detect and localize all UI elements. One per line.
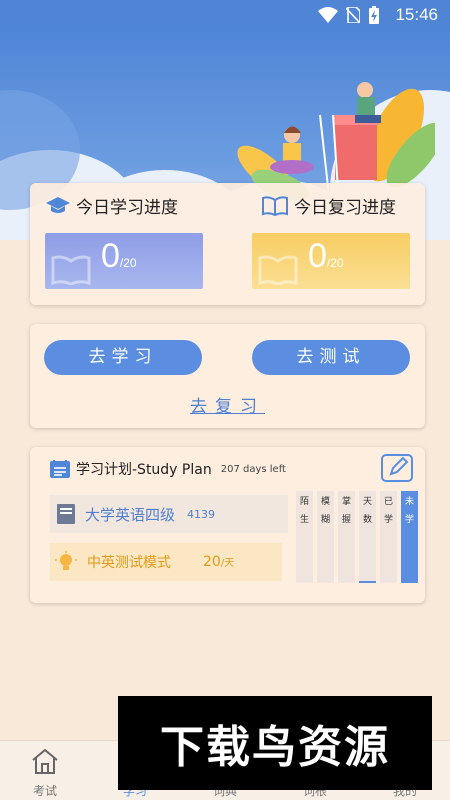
level-bar: 模 糊 bbox=[317, 491, 334, 583]
lightbulb-icon bbox=[55, 551, 77, 570]
level-bar: 已 学 bbox=[380, 491, 397, 583]
plan-book-count: 4139 bbox=[187, 507, 216, 521]
book-icon bbox=[57, 504, 75, 524]
word-level-bars: 陌 生模 糊掌 握天 数已 学未 学 bbox=[296, 491, 418, 583]
level-bar-label: 掌 握 bbox=[341, 497, 351, 525]
nav-item-0[interactable]: 考试 bbox=[0, 741, 90, 800]
review-progress-value: 0/20 bbox=[308, 237, 344, 275]
level-bar: 天 数 bbox=[359, 491, 376, 583]
study-plan-card: 学习计划-Study Plan 207 days left 大学英语四级 413… bbox=[30, 447, 425, 603]
level-bar-label: 天 数 bbox=[362, 497, 372, 525]
battery-charging-icon bbox=[369, 6, 379, 24]
watermark-banner: 下载鸟资源 bbox=[118, 696, 432, 790]
level-bar-label: 未 学 bbox=[404, 497, 414, 525]
book-icon bbox=[258, 255, 298, 285]
plan-title-text: 学习计划-Study Plan bbox=[76, 462, 212, 478]
plan-title: 学习计划-Study Plan 207 days left bbox=[50, 459, 286, 479]
learn-progress-label: 今日学习进度 bbox=[76, 198, 178, 218]
action-card: 去学习 去测试 去复习 bbox=[30, 324, 425, 428]
status-bar: 15:46 bbox=[0, 0, 450, 30]
go-learn-button[interactable]: 去学习 bbox=[44, 340, 202, 375]
no-sim-icon bbox=[346, 7, 360, 23]
plan-book-name: 大学英语四级 bbox=[85, 505, 176, 524]
level-bar-fill bbox=[359, 581, 376, 583]
nav-label: 考试 bbox=[32, 784, 57, 798]
review-progress-box[interactable]: 0/20 bbox=[252, 233, 410, 289]
edit-plan-button[interactable] bbox=[381, 454, 413, 482]
status-time: 15:46 bbox=[395, 5, 438, 24]
edit-icon bbox=[389, 456, 409, 476]
home-icon bbox=[30, 747, 60, 775]
plan-book-row[interactable]: 大学英语四级 4139 bbox=[50, 495, 288, 533]
open-book-icon bbox=[262, 195, 288, 216]
learn-progress-box[interactable]: 0/20 bbox=[45, 233, 203, 289]
review-progress-title: 今日复习进度 bbox=[262, 193, 396, 218]
book-icon bbox=[51, 255, 91, 285]
today-progress-card: 今日学习进度 今日复习进度 0/20 0/20 bbox=[30, 183, 425, 305]
level-bar-label: 模 糊 bbox=[320, 497, 330, 525]
go-review-link[interactable]: 去复习 bbox=[30, 392, 425, 417]
plan-mode-row[interactable]: 中英测试模式 20/天 bbox=[50, 543, 282, 581]
watermark-text: 下载鸟资源 bbox=[160, 722, 390, 773]
level-bar: 掌 握 bbox=[338, 491, 355, 583]
plan-days-left: 207 days left bbox=[220, 463, 286, 475]
graduation-cap-icon bbox=[46, 196, 70, 213]
list-icon bbox=[50, 460, 70, 478]
wifi-icon bbox=[318, 7, 338, 23]
plan-mode-rate: 20/天 bbox=[203, 554, 235, 570]
learn-progress-title: 今日学习进度 bbox=[46, 193, 178, 218]
level-bar: 未 学 bbox=[401, 491, 418, 583]
plan-mode-name: 中英测试模式 bbox=[87, 555, 171, 571]
level-bar: 陌 生 bbox=[296, 491, 313, 583]
level-bar-label: 陌 生 bbox=[299, 497, 309, 525]
status-icons bbox=[318, 6, 380, 24]
level-bar-label: 已 学 bbox=[383, 497, 393, 525]
go-test-button[interactable]: 去测试 bbox=[252, 340, 410, 375]
learn-progress-value: 0/20 bbox=[101, 237, 137, 275]
review-progress-label: 今日复习进度 bbox=[294, 198, 396, 218]
